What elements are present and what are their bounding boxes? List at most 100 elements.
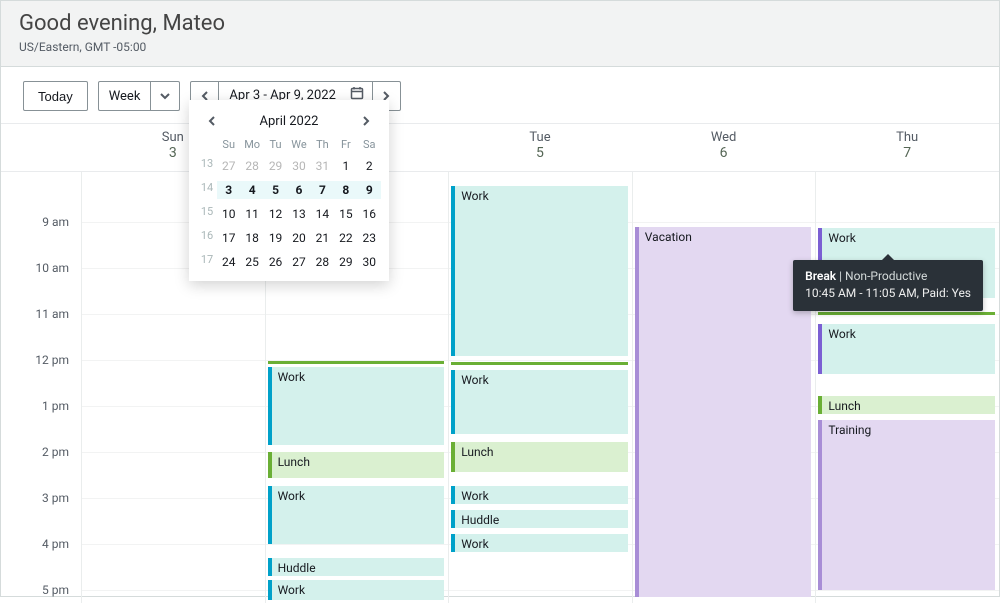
- datepicker-day[interactable]: 6: [287, 181, 310, 199]
- datepicker-dow: Fr: [334, 138, 357, 151]
- datepicker-day[interactable]: 8: [334, 181, 357, 199]
- calendar-event[interactable]: Lunch: [268, 452, 445, 478]
- datepicker-day[interactable]: 12: [264, 205, 287, 223]
- tooltip-details: 10:45 AM - 11:05 AM, Paid: Yes: [805, 285, 971, 302]
- datepicker-day[interactable]: 27: [217, 157, 240, 175]
- calendar-event[interactable]: Work: [268, 367, 445, 445]
- datepicker-day[interactable]: 4: [240, 181, 263, 199]
- today-button[interactable]: Today: [23, 81, 88, 111]
- calendar-event[interactable]: Lunch: [451, 442, 628, 472]
- datepicker-week-number: 17: [197, 253, 217, 271]
- day-header-wed: Wed6: [632, 124, 816, 171]
- datepicker-next-month[interactable]: [355, 110, 377, 132]
- datepicker-day[interactable]: 21: [311, 229, 334, 247]
- tooltip-title: Break: [805, 269, 836, 283]
- datepicker-prev-month[interactable]: [201, 110, 223, 132]
- datepicker-day[interactable]: 11: [240, 205, 263, 223]
- datepicker-day[interactable]: 13: [287, 205, 310, 223]
- datepicker-day[interactable]: 14: [311, 205, 334, 223]
- day-header-tue: Tue5: [448, 124, 632, 171]
- datepicker-dow: Mo: [240, 138, 263, 151]
- time-label: 10 am: [35, 261, 69, 275]
- datepicker-day[interactable]: 28: [240, 157, 263, 175]
- calendar-event[interactable]: Work: [268, 580, 445, 600]
- datepicker-day[interactable]: 9: [358, 181, 381, 199]
- page-header: Good evening, Mateo US/Eastern, GMT -05:…: [1, 1, 999, 67]
- datepicker-dow: Su: [217, 138, 240, 151]
- calendar-grid: 9 am10 am11 am12 pm1 pm2 pm3 pm4 pm5 pm …: [1, 172, 999, 603]
- datepicker-day[interactable]: 2: [358, 157, 381, 175]
- calendar-event[interactable]: Lunch: [818, 396, 995, 414]
- datepicker-day[interactable]: 22: [334, 229, 357, 247]
- day-header-thu: Thu7: [815, 124, 999, 171]
- datepicker-day[interactable]: 3: [217, 181, 240, 199]
- datepicker-grid: SuMoTuWeThFrSa13272829303112143456789151…: [197, 138, 381, 271]
- calendar-event[interactable]: Work: [451, 534, 628, 552]
- datepicker-day[interactable]: 24: [217, 253, 240, 271]
- datepicker-dow: We: [287, 138, 310, 151]
- datepicker-day[interactable]: 7: [311, 181, 334, 199]
- break-marker[interactable]: [268, 361, 445, 364]
- datepicker-week-number: 15: [197, 205, 217, 223]
- chevron-down-icon: [150, 82, 179, 110]
- datepicker-day[interactable]: 29: [264, 157, 287, 175]
- calendar-event[interactable]: Work: [451, 370, 628, 434]
- datepicker-day[interactable]: 10: [217, 205, 240, 223]
- datepicker-day[interactable]: 20: [287, 229, 310, 247]
- time-label: 11 am: [35, 307, 69, 321]
- view-select[interactable]: Week: [98, 81, 181, 111]
- calendar-event[interactable]: Huddle: [268, 558, 445, 576]
- day-headers-row: Sun3 Mon4 Tue5 Wed6 Thu7: [1, 124, 999, 172]
- time-label: 4 pm: [42, 537, 69, 551]
- calendar-event[interactable]: Work: [818, 324, 995, 374]
- datepicker-day[interactable]: 17: [217, 229, 240, 247]
- datepicker-day[interactable]: 5: [264, 181, 287, 199]
- toolbar: Today Week Apr 3 - Apr 9, 2022: [1, 67, 999, 124]
- day-col-wed[interactable]: Vacation: [632, 172, 816, 603]
- time-label: 1 pm: [42, 399, 69, 413]
- greeting-text: Good evening, Mateo: [19, 11, 981, 36]
- datepicker-day[interactable]: 30: [287, 157, 310, 175]
- datepicker-day[interactable]: 25: [240, 253, 263, 271]
- datepicker-week-number: 16: [197, 229, 217, 247]
- calendar-event[interactable]: Vacation: [635, 227, 812, 597]
- datepicker-day[interactable]: 27: [287, 253, 310, 271]
- time-label: 2 pm: [42, 445, 69, 459]
- datepicker-day[interactable]: 28: [311, 253, 334, 271]
- calendar-event[interactable]: Work: [451, 486, 628, 504]
- calendar-event[interactable]: Work: [268, 486, 445, 544]
- event-tooltip: Break | Non-Productive 10:45 AM - 11:05 …: [793, 260, 983, 311]
- time-label: 5 pm: [42, 583, 69, 597]
- calendar-event[interactable]: Training: [818, 420, 995, 590]
- time-label: 12 pm: [35, 353, 69, 367]
- datepicker-dow: Sa: [358, 138, 381, 151]
- datepicker-day[interactable]: 23: [358, 229, 381, 247]
- datepicker-day[interactable]: 31: [311, 157, 334, 175]
- day-col-thu[interactable]: WorkWorkLunchTraining: [815, 172, 999, 603]
- calendar-event[interactable]: Huddle: [451, 510, 628, 528]
- calendar-area: Sun3 Mon4 Tue5 Wed6 Thu7 9 am 10 am 11 am 1…: [1, 124, 999, 603]
- datepicker-day[interactable]: 1: [334, 157, 357, 175]
- datepicker-day[interactable]: 16: [358, 205, 381, 223]
- datepicker-dow: Tu: [264, 138, 287, 151]
- tooltip-category: | Non-Productive: [839, 269, 927, 283]
- date-picker-popover: April 2022 SuMoTuWeThFrSa132728293031121…: [189, 100, 389, 281]
- time-label: 3 pm: [42, 491, 69, 505]
- datepicker-title: April 2022: [260, 114, 319, 129]
- time-label: 9 am: [42, 215, 69, 229]
- calendar-event[interactable]: Work: [451, 186, 628, 356]
- datepicker-day[interactable]: 18: [240, 229, 263, 247]
- time-axis: 9 am 10 am 11 am 12 pm 1 pm 2 pm 3 pm 4 pm 5 pm: [1, 172, 81, 603]
- break-marker[interactable]: [818, 312, 995, 315]
- datepicker-dow: Th: [311, 138, 334, 151]
- datepicker-day[interactable]: 30: [358, 253, 381, 271]
- datepicker-day[interactable]: 19: [264, 229, 287, 247]
- datepicker-week-number: 13: [197, 157, 217, 175]
- datepicker-day[interactable]: 29: [334, 253, 357, 271]
- break-marker[interactable]: [451, 362, 628, 365]
- datepicker-day[interactable]: 26: [264, 253, 287, 271]
- day-col-tue[interactable]: Work Work Lunch Work Huddle Work: [448, 172, 632, 603]
- view-select-label: Week: [99, 89, 151, 104]
- datepicker-day[interactable]: 15: [334, 205, 357, 223]
- timezone-text: US/Eastern, GMT -05:00: [19, 40, 981, 54]
